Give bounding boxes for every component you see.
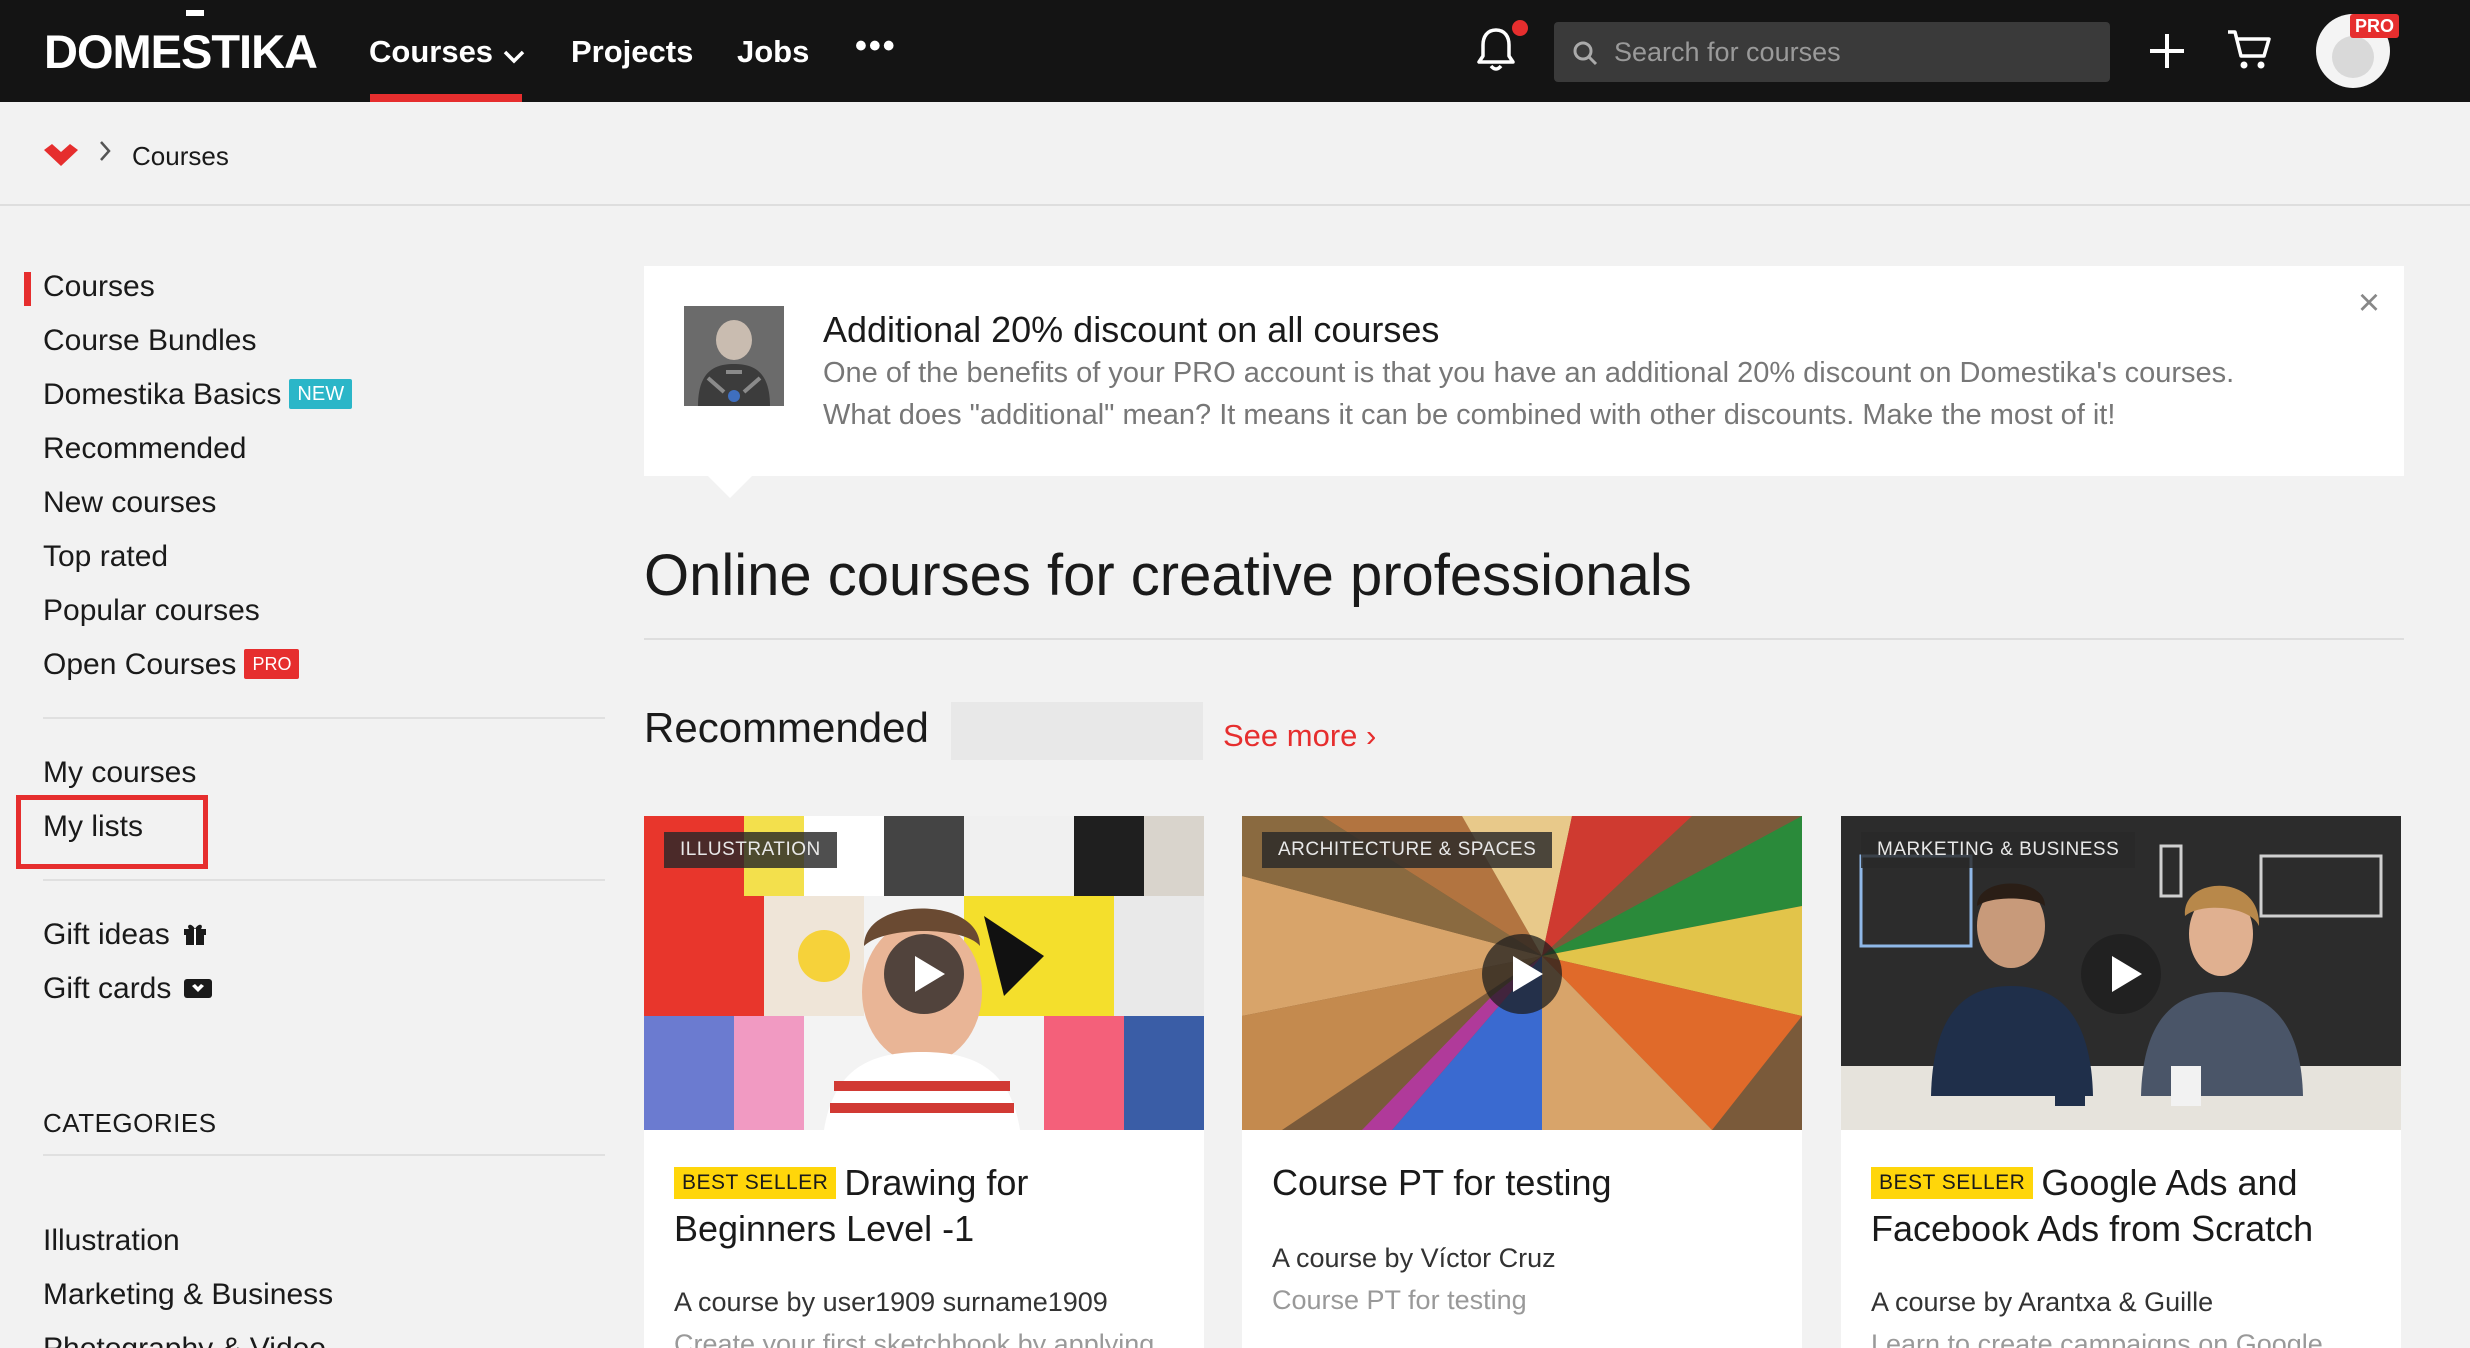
course-thumbnail[interactable]: ARCHITECTURE & SPACES [1242,816,1802,1130]
category-tag: ARCHITECTURE & SPACES [1262,832,1553,868]
sidebar-item-top-rated[interactable]: Top rated [43,537,168,577]
sidebar-divider [43,1154,605,1156]
course-thumbnail[interactable]: MARKETING & BUSINESS [1841,816,2401,1130]
search-icon [1572,40,1598,66]
sidebar-item-courses[interactable]: Courses [43,267,155,307]
new-badge: NEW [289,379,353,409]
course-description: Create your first sketchbook by applying [674,1329,1155,1348]
domestika-logo[interactable]: DOMESTIKA [44,26,318,78]
title-divider [644,638,2404,640]
promo-line-1: One of the benefits of your PRO account … [823,357,2235,389]
sidebar-item-label: Open Courses [43,648,237,681]
page-title: Online courses for creative professional… [644,543,1692,608]
best-seller-badge: BEST SELLER [674,1167,837,1199]
course-author: A course by user1909 surname1909 [674,1287,1108,1317]
search-bar[interactable] [1554,22,2110,82]
see-more-link[interactable]: See more › [1223,716,1376,756]
best-seller-badge: BEST SELLER [1871,1167,2034,1199]
promo-user-photo [684,306,784,406]
course-author: A course by Víctor Cruz [1272,1243,1556,1273]
pro-badge: PRO [2350,14,2400,38]
avatar-placeholder-icon [2332,36,2374,78]
category-tag: ILLUSTRATION [664,832,837,868]
domestika-heart-icon[interactable] [42,142,80,168]
categories-heading: CATEGORIES [43,1108,217,1138]
section-filter-placeholder [951,702,1203,760]
nav-jobs-link[interactable]: Jobs [737,30,809,74]
sidebar-divider [43,879,605,881]
sidebar-item-label: Domestika Basics [43,378,282,411]
promo-title: Additional 20% discount on all courses [823,309,1440,350]
sidebar-item-course-bundles[interactable]: Course Bundles [43,321,256,361]
my-lists-highlight [16,795,208,869]
nav-courses-menu[interactable]: Courses [369,30,525,76]
breadcrumb-current: Courses [132,141,229,171]
sidebar-item-label: Gift ideas [43,918,170,951]
chevron-right-icon [98,138,112,170]
section-title-recommended: Recommended [644,704,929,751]
category-marketing-business[interactable]: Marketing & Business [43,1275,333,1315]
course-title[interactable]: Course PT for testing [1272,1160,1782,1206]
gift-card-icon [183,971,213,1011]
promo-line-2: What does "additional" mean? It means it… [823,399,2116,431]
sidebar-item-my-courses[interactable]: My courses [43,753,196,793]
course-author: A course by Arantxa & Guille [1871,1287,2214,1317]
pro-badge: PRO [244,649,300,679]
course-title[interactable]: BEST SELLER Google Ads and Facebook Ads f… [1871,1160,2381,1252]
sidebar-item-new-courses[interactable]: New courses [43,483,216,523]
play-icon[interactable] [1482,934,1562,1014]
logo-accent-mark [186,10,204,16]
plus-icon[interactable] [2148,32,2186,70]
more-menu-icon[interactable]: ••• [855,24,897,68]
top-navigation-bar: DOMESTIKA Courses Projects Jobs ••• PRO [0,0,2470,102]
sidebar-item-gift-cards[interactable]: Gift cards [43,969,213,1011]
active-item-indicator [24,272,31,306]
sidebar: Courses Course Bundles Domestika Basics N… [0,206,610,1348]
course-title[interactable]: BEST SELLER Drawing for Beginners Level -… [674,1160,1184,1252]
category-tag: MARKETING & BUSINESS [1861,832,2136,868]
nav-active-indicator [370,94,522,102]
promo-description: One of the benefits of your PRO account … [823,352,2343,436]
sidebar-item-gift-ideas[interactable]: Gift ideas [43,915,208,957]
close-icon[interactable]: × [2354,284,2384,322]
course-description: Learn to create campaigns on Google [1871,1329,2323,1348]
nav-courses-label: Courses [369,34,494,69]
sidebar-divider [43,717,605,719]
pro-discount-banner: Additional 20% discount on all courses O… [644,266,2404,476]
category-illustration[interactable]: Illustration [43,1221,180,1261]
sidebar-item-open-courses[interactable]: Open Courses PRO [43,645,300,685]
sidebar-item-domestika-basics[interactable]: Domestika Basics NEW [43,375,353,415]
breadcrumb: Courses [0,102,2470,206]
course-card[interactable]: ARCHITECTURE & SPACES Course PT for test… [1242,816,1802,1348]
nav-projects-link[interactable]: Projects [571,30,693,74]
sidebar-item-popular-courses[interactable]: Popular courses [43,591,260,631]
shopping-cart-icon[interactable] [2226,28,2272,72]
course-description: Course PT for testing [1272,1285,1527,1315]
notifications-bell-icon[interactable] [1476,26,1516,74]
gift-icon [182,917,208,957]
course-thumbnail[interactable]: ILLUSTRATION [644,816,1204,1130]
sidebar-item-label: Gift cards [43,972,172,1005]
category-photography-video[interactable]: Photography & Video [43,1329,326,1348]
sidebar-item-recommended[interactable]: Recommended [43,429,246,469]
play-icon[interactable] [2081,934,2161,1014]
play-icon[interactable] [884,934,964,1014]
course-card[interactable]: MARKETING & BUSINESS BEST SELLER Google A… [1841,816,2401,1348]
chevron-down-icon [503,32,525,76]
banner-pointer [708,476,752,498]
notification-dot [1512,20,1528,36]
course-card[interactable]: ILLUSTRATION BEST SELLER Drawing for Begi… [644,816,1204,1348]
search-input[interactable] [1614,22,2094,82]
